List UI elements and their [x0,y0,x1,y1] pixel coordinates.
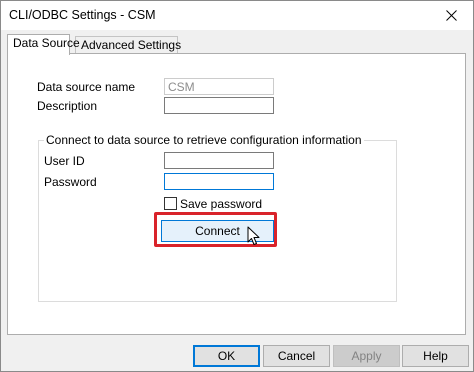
save-password-label: Save password [180,197,263,211]
description-field[interactable] [164,97,274,114]
apply-button[interactable]: Apply [333,345,400,367]
data-source-name-label: Data source name [37,80,136,94]
mouse-pointer-icon [247,226,260,245]
cancel-button[interactable]: Cancel [263,345,330,367]
help-button[interactable]: Help [402,345,469,367]
user-id-label: User ID [44,154,85,168]
tab-data-source[interactable]: Data Source [7,34,80,55]
password-label: Password [44,175,97,189]
close-icon [445,10,457,21]
data-source-name-field[interactable] [164,78,274,95]
settings-dialog: CLI/ODBC Settings - CSM Data Source Adva… [0,0,474,372]
window-title: CLI/ODBC Settings - CSM [9,8,156,22]
ok-button[interactable]: OK [193,345,260,367]
save-password-checkbox[interactable] [164,197,177,210]
data-source-panel: Data source name Description Connect to … [7,53,466,335]
connect-group-legend: Connect to data source to retrieve confi… [44,133,364,147]
user-id-field[interactable] [164,152,274,169]
title-bar: CLI/ODBC Settings - CSM [1,1,473,30]
close-button[interactable] [429,1,473,30]
description-label: Description [37,99,98,113]
password-field[interactable] [164,173,274,190]
tab-advanced-settings[interactable]: Advanced Settings [75,36,181,54]
